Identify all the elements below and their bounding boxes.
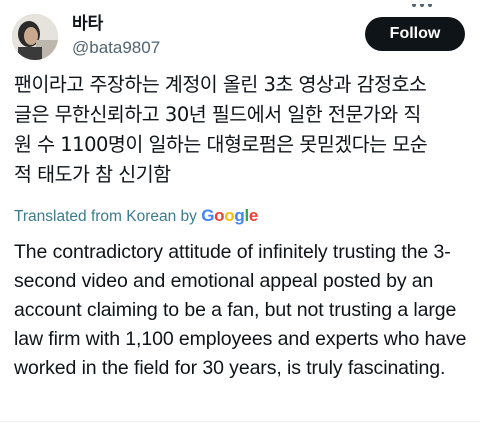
tweet-original-text: 팬이라고 주장하는 계정이 올린 3초 영상과 감정호소 글은 무한신뢰하고 3… — [14, 73, 428, 186]
follow-button[interactable]: Follow — [365, 17, 465, 51]
avatar[interactable] — [12, 14, 58, 60]
translated-label: Translated from Korean by — [14, 208, 202, 225]
divider — [0, 421, 480, 422]
display-name[interactable]: 바타 — [72, 14, 103, 34]
tweet-translation-text: The contradictory attitude of infinitely… — [14, 241, 467, 379]
google-letter: o — [214, 206, 225, 225]
translated-from-link[interactable]: Translated from Korean by Google — [14, 206, 258, 227]
tweet-header: 바타 @bata9807 Follow — [0, 0, 480, 62]
more-dots-icon[interactable] — [402, 0, 442, 14]
google-letter: g — [234, 206, 245, 225]
google-letter: o — [224, 206, 235, 225]
google-letter: G — [201, 206, 215, 225]
google-logo: Google — [201, 206, 258, 225]
user-handle[interactable]: @bata9807 — [72, 38, 160, 58]
google-letter: e — [248, 206, 259, 225]
